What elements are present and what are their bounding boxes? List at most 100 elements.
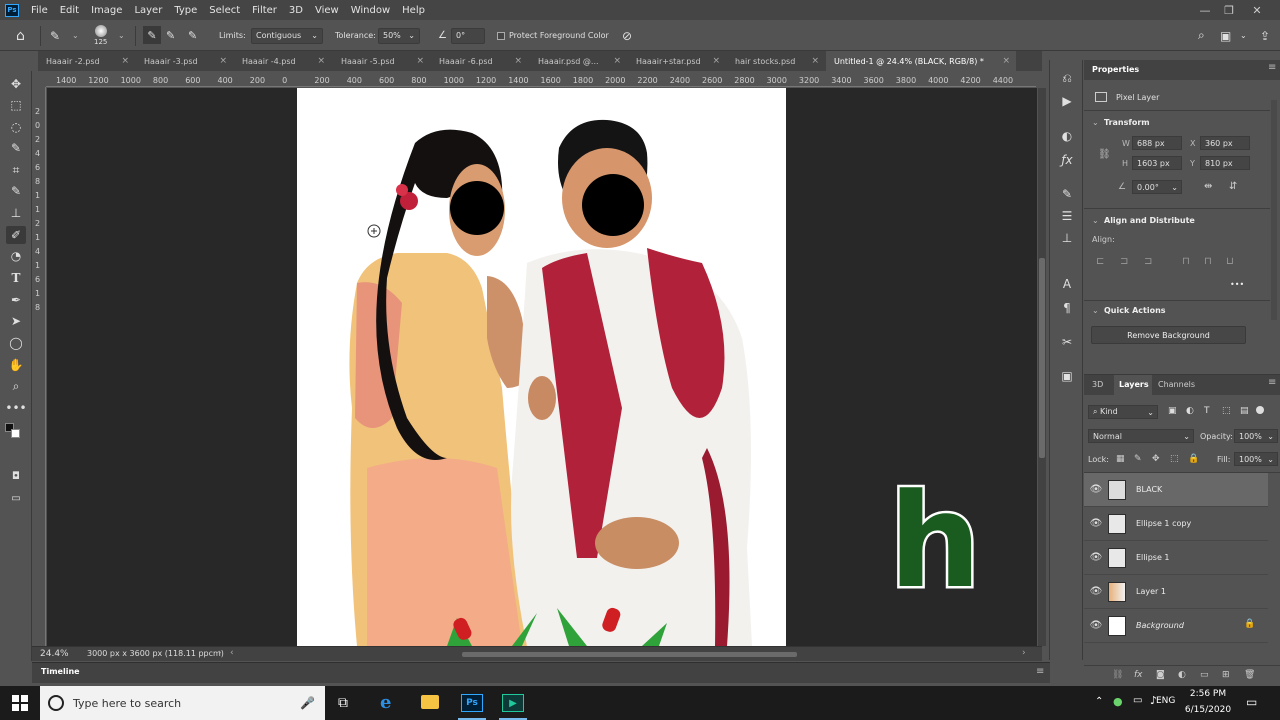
- opacity-field[interactable]: 100% ⌄: [1234, 429, 1278, 443]
- timeline-title[interactable]: Timeline: [41, 667, 80, 676]
- close-icon[interactable]: ×: [712, 56, 720, 66]
- quick-mask-icon[interactable]: ◘: [6, 467, 26, 485]
- menu-file[interactable]: File: [25, 5, 54, 16]
- fill-field[interactable]: 100% ⌄: [1234, 452, 1278, 466]
- home-icon[interactable]: ⌂: [16, 20, 25, 51]
- width-field[interactable]: 688 px: [1132, 136, 1182, 150]
- close-icon[interactable]: ×: [811, 56, 819, 66]
- lock-image-icon[interactable]: ✎: [1134, 454, 1142, 464]
- lock-artboard-icon[interactable]: ⬚: [1170, 454, 1179, 464]
- brush-preset-picker[interactable]: 125: [94, 20, 107, 51]
- brush-settings-icon[interactable]: ✎: [1059, 186, 1075, 202]
- close-icon[interactable]: ×: [613, 56, 621, 66]
- align-bottom-icon[interactable]: ⊔: [1226, 256, 1234, 267]
- link-icon[interactable]: ⛓: [1098, 149, 1111, 160]
- add-mask-icon[interactable]: ◙: [1156, 670, 1165, 680]
- restore-button[interactable]: ❐: [1214, 0, 1244, 20]
- menu-window[interactable]: Window: [345, 5, 396, 16]
- menu-filter[interactable]: Filter: [246, 5, 283, 16]
- document-canvas[interactable]: [297, 88, 786, 646]
- pressure-size-icon[interactable]: ⊘: [622, 20, 632, 51]
- limits-select[interactable]: Contiguous ⌄: [251, 27, 323, 44]
- close-icon[interactable]: ×: [514, 56, 522, 66]
- eye-icon[interactable]: 👁: [1084, 518, 1108, 529]
- layer-filter-select[interactable]: ⌕ Kind ⌄: [1088, 405, 1158, 419]
- link-layers-icon[interactable]: ⛓: [1112, 670, 1123, 680]
- tab-haaair-5[interactable]: Haaair -5.psd ×: [333, 51, 430, 71]
- filter-adjustment-icon[interactable]: ◐: [1186, 406, 1194, 416]
- background-eraser-icon[interactable]: ✎: [50, 20, 60, 51]
- history-icon[interactable]: ⎌: [1059, 70, 1075, 86]
- rotation-field[interactable]: 0.00° ⌄: [1132, 180, 1182, 194]
- close-icon[interactable]: ×: [416, 56, 424, 66]
- adjustments-icon[interactable]: ◐: [1059, 128, 1075, 144]
- chevron-down-icon[interactable]: ⌄: [1092, 118, 1099, 127]
- x-field[interactable]: 360 px: [1200, 136, 1250, 150]
- tab-3d[interactable]: 3D: [1092, 380, 1103, 389]
- chevron-down-icon[interactable]: ⌄: [72, 20, 79, 51]
- hand-tool-icon[interactable]: ✋: [6, 356, 26, 374]
- tolerance-input[interactable]: 50% ⌄: [378, 27, 420, 44]
- align-top-icon[interactable]: ⊓: [1182, 256, 1190, 267]
- menu-3d[interactable]: 3D: [283, 5, 309, 16]
- tab-haaair-3[interactable]: Haaair -3.psd ×: [136, 51, 233, 71]
- vertical-scrollbar[interactable]: [1038, 88, 1046, 646]
- y-field[interactable]: 810 px: [1200, 156, 1250, 170]
- close-icon[interactable]: ×: [121, 56, 129, 66]
- zoom-level[interactable]: 24.4%: [40, 649, 69, 659]
- filter-shape-icon[interactable]: ⬚: [1222, 406, 1231, 416]
- photoshop-taskbar-icon[interactable]: Ps: [461, 694, 483, 712]
- path-select-tool-icon[interactable]: ➤: [6, 312, 26, 330]
- share-icon[interactable]: ⇪: [1260, 20, 1270, 51]
- chevron-down-icon[interactable]: ⌄: [1240, 20, 1247, 51]
- close-icon[interactable]: ×: [1002, 56, 1010, 66]
- stamp-tool-icon[interactable]: ⊥: [6, 204, 26, 222]
- align-middle-icon[interactable]: ⊓: [1204, 256, 1212, 267]
- pen-tool-icon[interactable]: ✒: [6, 291, 26, 309]
- lasso-tool-icon[interactable]: ◌: [6, 118, 26, 136]
- libraries-icon[interactable]: ▣: [1059, 368, 1075, 384]
- windows-start-icon[interactable]: [12, 695, 28, 711]
- clock-time[interactable]: 2:56 PM: [1188, 689, 1228, 699]
- layer-style-icon[interactable]: fx: [1134, 670, 1143, 680]
- scroll-right-icon[interactable]: ›: [1022, 648, 1026, 658]
- filter-smart-icon[interactable]: ▤: [1240, 406, 1249, 416]
- layer-row-black[interactable]: 👁 BLACK: [1084, 473, 1268, 507]
- panel-menu-icon[interactable]: ≡: [1268, 62, 1276, 73]
- lock-position-icon[interactable]: ✥: [1152, 454, 1160, 464]
- taskbar-search-box[interactable]: Type here to search 🎤: [40, 686, 325, 720]
- align-center-icon[interactable]: ⊐: [1120, 256, 1128, 267]
- brush-tool-icon[interactable]: ✎: [6, 182, 26, 200]
- chevron-up-icon[interactable]: ⌃: [1095, 696, 1103, 707]
- menu-edit[interactable]: Edit: [54, 5, 85, 16]
- chevron-down-icon[interactable]: ⌄: [1092, 306, 1099, 315]
- panel-menu-icon[interactable]: ≡: [1268, 377, 1276, 388]
- tab-layers[interactable]: Layers: [1119, 380, 1149, 389]
- tab-channels[interactable]: Channels: [1158, 380, 1195, 389]
- filter-pixel-icon[interactable]: ▣: [1168, 406, 1177, 416]
- notifications-icon[interactable]: ▭: [1246, 695, 1257, 709]
- sampling-continuous-icon[interactable]: ✎: [143, 26, 161, 44]
- crop-tool-icon[interactable]: ⌗: [6, 161, 26, 179]
- menu-view[interactable]: View: [309, 5, 345, 16]
- tab-hair-stocks[interactable]: hair stocks.psd ×: [727, 51, 825, 71]
- sliders-icon[interactable]: ☰: [1059, 208, 1075, 224]
- zoom-tool-icon[interactable]: ⌕: [6, 377, 26, 395]
- clone-source-icon[interactable]: ⊥: [1059, 230, 1075, 246]
- height-field[interactable]: 1603 px: [1132, 156, 1182, 170]
- actions-play-icon[interactable]: ▶: [1059, 93, 1075, 109]
- edge-icon[interactable]: e: [380, 692, 391, 713]
- close-icon[interactable]: ×: [317, 56, 325, 66]
- layer-row-ellipse-1[interactable]: 👁 Ellipse 1: [1084, 541, 1268, 575]
- eye-icon[interactable]: 👁: [1084, 620, 1108, 631]
- flip-horizontal-icon[interactable]: ⇹: [1204, 181, 1212, 192]
- close-button[interactable]: ✕: [1242, 0, 1272, 20]
- microphone-icon[interactable]: 🎤: [300, 696, 315, 710]
- more-options-icon[interactable]: •••: [1230, 280, 1244, 289]
- close-icon[interactable]: ×: [219, 56, 227, 66]
- flip-vertical-icon[interactable]: ⇵: [1229, 181, 1237, 192]
- task-view-icon[interactable]: ⧉: [338, 695, 348, 711]
- lock-all-icon[interactable]: 🔒: [1188, 454, 1199, 464]
- group-icon[interactable]: ▭: [1200, 670, 1209, 680]
- move-tool-icon[interactable]: ✥: [6, 75, 26, 93]
